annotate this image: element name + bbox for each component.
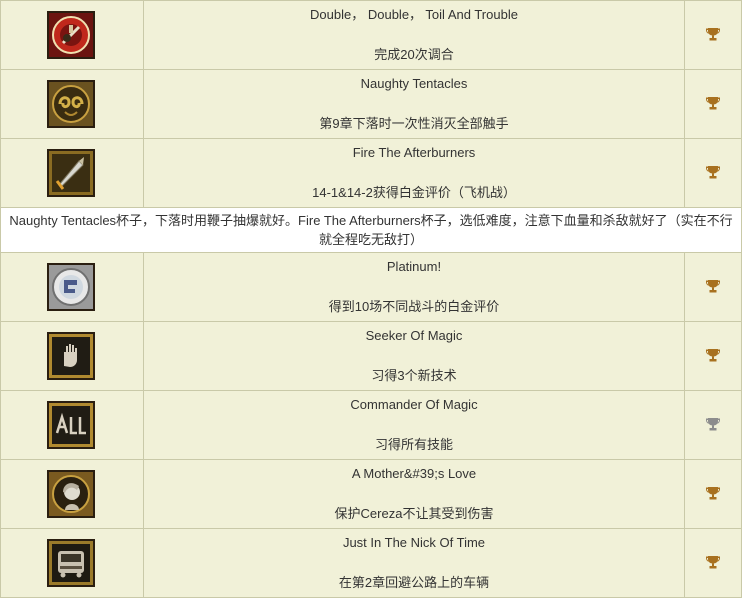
tentacle-icon <box>47 80 95 128</box>
trophy-description: 完成20次调合 <box>374 47 454 62</box>
trophy-name: Double， Double， Toil And Trouble <box>310 7 518 22</box>
trophy-row: Commander Of Magic 习得所有技能 <box>0 390 742 460</box>
gold-trophy-icon <box>705 26 721 42</box>
hand-icon <box>47 332 95 380</box>
trophy-description: 习得所有技能 <box>374 437 453 452</box>
gold-trophy-icon <box>705 347 721 363</box>
gold-trophy-icon <box>705 554 721 570</box>
trophy-name: Seeker Of Magic <box>365 328 463 343</box>
gold-trophy-icon <box>705 485 721 501</box>
all-glyph-icon <box>47 401 95 449</box>
trophy-name: A Mother&#39;s Love <box>351 466 477 481</box>
trophy-row: Fire The Afterburners 14-1&14-2获得白金评价（飞机… <box>0 138 742 208</box>
trophy-name: Platinum! <box>386 259 442 274</box>
vehicle-icon <box>47 539 95 587</box>
trophy-row: Seeker Of Magic 习得3个新技术 <box>0 321 742 391</box>
trophy-name: Just In The Nick Of Time <box>342 535 486 550</box>
trophy-description: 在第2章回避公路上的车辆 <box>338 575 490 590</box>
trophy-row: Just In The Nick Of Time 在第2章回避公路上的车辆 <box>0 528 742 598</box>
trophy-row: Platinum! 得到10场不同战斗的白金评价 <box>0 252 742 322</box>
gold-trophy-icon <box>705 164 721 180</box>
trophy-description: 习得3个新技术 <box>371 368 457 383</box>
platinum-medal-icon <box>47 263 95 311</box>
child-portrait-icon <box>47 470 95 518</box>
silver-trophy-icon <box>705 416 721 432</box>
cauldron-icon <box>47 11 95 59</box>
trophy-name: Fire The Afterburners <box>352 145 476 160</box>
trophy-description: 保护Cereza不让其受到伤害 <box>334 506 494 521</box>
tip-text: Naughty Tentacles杯子，下落时用鞭子抽爆就好。Fire The … <box>0 207 742 253</box>
trophy-table: Double， Double， Toil And Trouble 完成20次调合 <box>0 0 742 598</box>
trophy-row: A Mother&#39;s Love 保护Cereza不让其受到伤害 <box>0 459 742 529</box>
trophy-description: 第9章下落时一次性消灭全部触手 <box>319 116 509 131</box>
gold-trophy-icon <box>705 95 721 111</box>
trophy-name: Naughty Tentacles <box>360 76 468 91</box>
trophy-description: 得到10场不同战斗的白金评价 <box>328 299 500 314</box>
gold-trophy-icon <box>705 278 721 294</box>
trophy-row: Naughty Tentacles 第9章下落时一次性消灭全部触手 <box>0 69 742 139</box>
trophy-description: 14-1&14-2获得白金评价（飞机战） <box>312 185 516 200</box>
tip-row: Naughty Tentacles杯子，下落时用鞭子抽爆就好。Fire The … <box>0 207 742 253</box>
missile-icon <box>47 149 95 197</box>
trophy-name: Commander Of Magic <box>350 397 478 412</box>
trophy-row: Double， Double， Toil And Trouble 完成20次调合 <box>0 0 742 70</box>
